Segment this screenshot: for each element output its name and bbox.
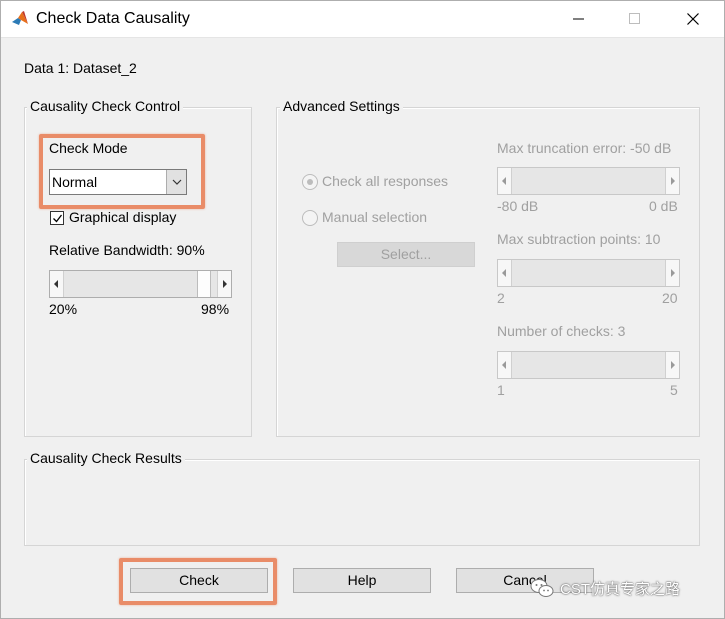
maximize-button[interactable] (612, 0, 658, 38)
minimize-icon (573, 18, 584, 20)
bandwidth-min-label: 20% (49, 301, 78, 317)
slider-left-arrow[interactable] (498, 260, 512, 286)
matlab-icon (10, 9, 30, 29)
window-title: Check Data Causality (36, 10, 190, 27)
maximize-icon (629, 13, 640, 24)
wechat-icon (530, 579, 554, 597)
arrow-left-icon (502, 177, 506, 185)
check-button-highlight (119, 558, 277, 605)
max-truncation-max: 0 dB (649, 198, 678, 214)
arrow-left-icon (54, 280, 58, 288)
close-icon (687, 13, 699, 25)
slider-left-arrow[interactable] (498, 352, 512, 378)
arrow-left-icon (502, 361, 506, 369)
max-subtraction-slider[interactable] (497, 259, 680, 287)
results-group (24, 459, 700, 546)
watermark-text: CST仿真专家之路 (560, 581, 681, 598)
causality-control-title: Causality Check Control (27, 98, 184, 114)
num-checks-max: 5 (670, 382, 678, 398)
max-truncation-label: Max truncation error: -50 dB (497, 140, 672, 156)
arrow-left-icon (502, 269, 506, 277)
select-button[interactable]: Select... (337, 242, 475, 267)
slider-left-arrow[interactable] (50, 271, 64, 297)
arrow-right-icon (671, 269, 675, 277)
results-title: Causality Check Results (27, 450, 185, 466)
radio-selected-dot (307, 179, 313, 185)
max-truncation-slider[interactable] (497, 167, 680, 195)
max-subtraction-min: 2 (497, 290, 505, 306)
bandwidth-slider[interactable] (49, 270, 232, 298)
advanced-settings-title: Advanced Settings (280, 98, 403, 114)
check-all-label: Check all responses (322, 173, 449, 189)
num-checks-min: 1 (497, 382, 505, 398)
bandwidth-max-label: 98% (201, 301, 230, 317)
slider-right-arrow[interactable] (217, 271, 231, 297)
manual-selection-radio[interactable] (302, 210, 318, 226)
close-button[interactable] (670, 0, 716, 38)
minimize-button[interactable] (556, 0, 602, 38)
max-truncation-min: -80 dB (497, 198, 539, 214)
checkmark-icon (53, 214, 63, 223)
data-label: Data 1: Dataset_2 (24, 60, 137, 76)
check-all-radio[interactable] (302, 174, 318, 190)
arrow-right-icon (671, 177, 675, 185)
num-checks-label: Number of checks: 3 (497, 323, 626, 339)
check-mode-highlight (39, 134, 205, 209)
max-subtraction-max: 20 (662, 290, 678, 306)
slider-right-arrow[interactable] (665, 260, 679, 286)
slider-right-arrow[interactable] (665, 352, 679, 378)
slider-thumb[interactable] (197, 271, 211, 297)
num-checks-slider[interactable] (497, 351, 680, 379)
graphical-display-checkbox[interactable] (50, 211, 64, 225)
help-button[interactable]: Help (293, 568, 431, 593)
graphical-display-label: Graphical display (69, 209, 177, 225)
slider-right-arrow[interactable] (665, 168, 679, 194)
max-subtraction-label: Max subtraction points: 10 (497, 231, 661, 247)
arrow-right-icon (671, 361, 675, 369)
arrow-right-icon (223, 280, 227, 288)
slider-left-arrow[interactable] (498, 168, 512, 194)
bandwidth-label: Relative Bandwidth: 90% (49, 242, 205, 258)
manual-selection-label: Manual selection (322, 209, 428, 225)
title-bar: Check Data Causality (0, 0, 725, 38)
